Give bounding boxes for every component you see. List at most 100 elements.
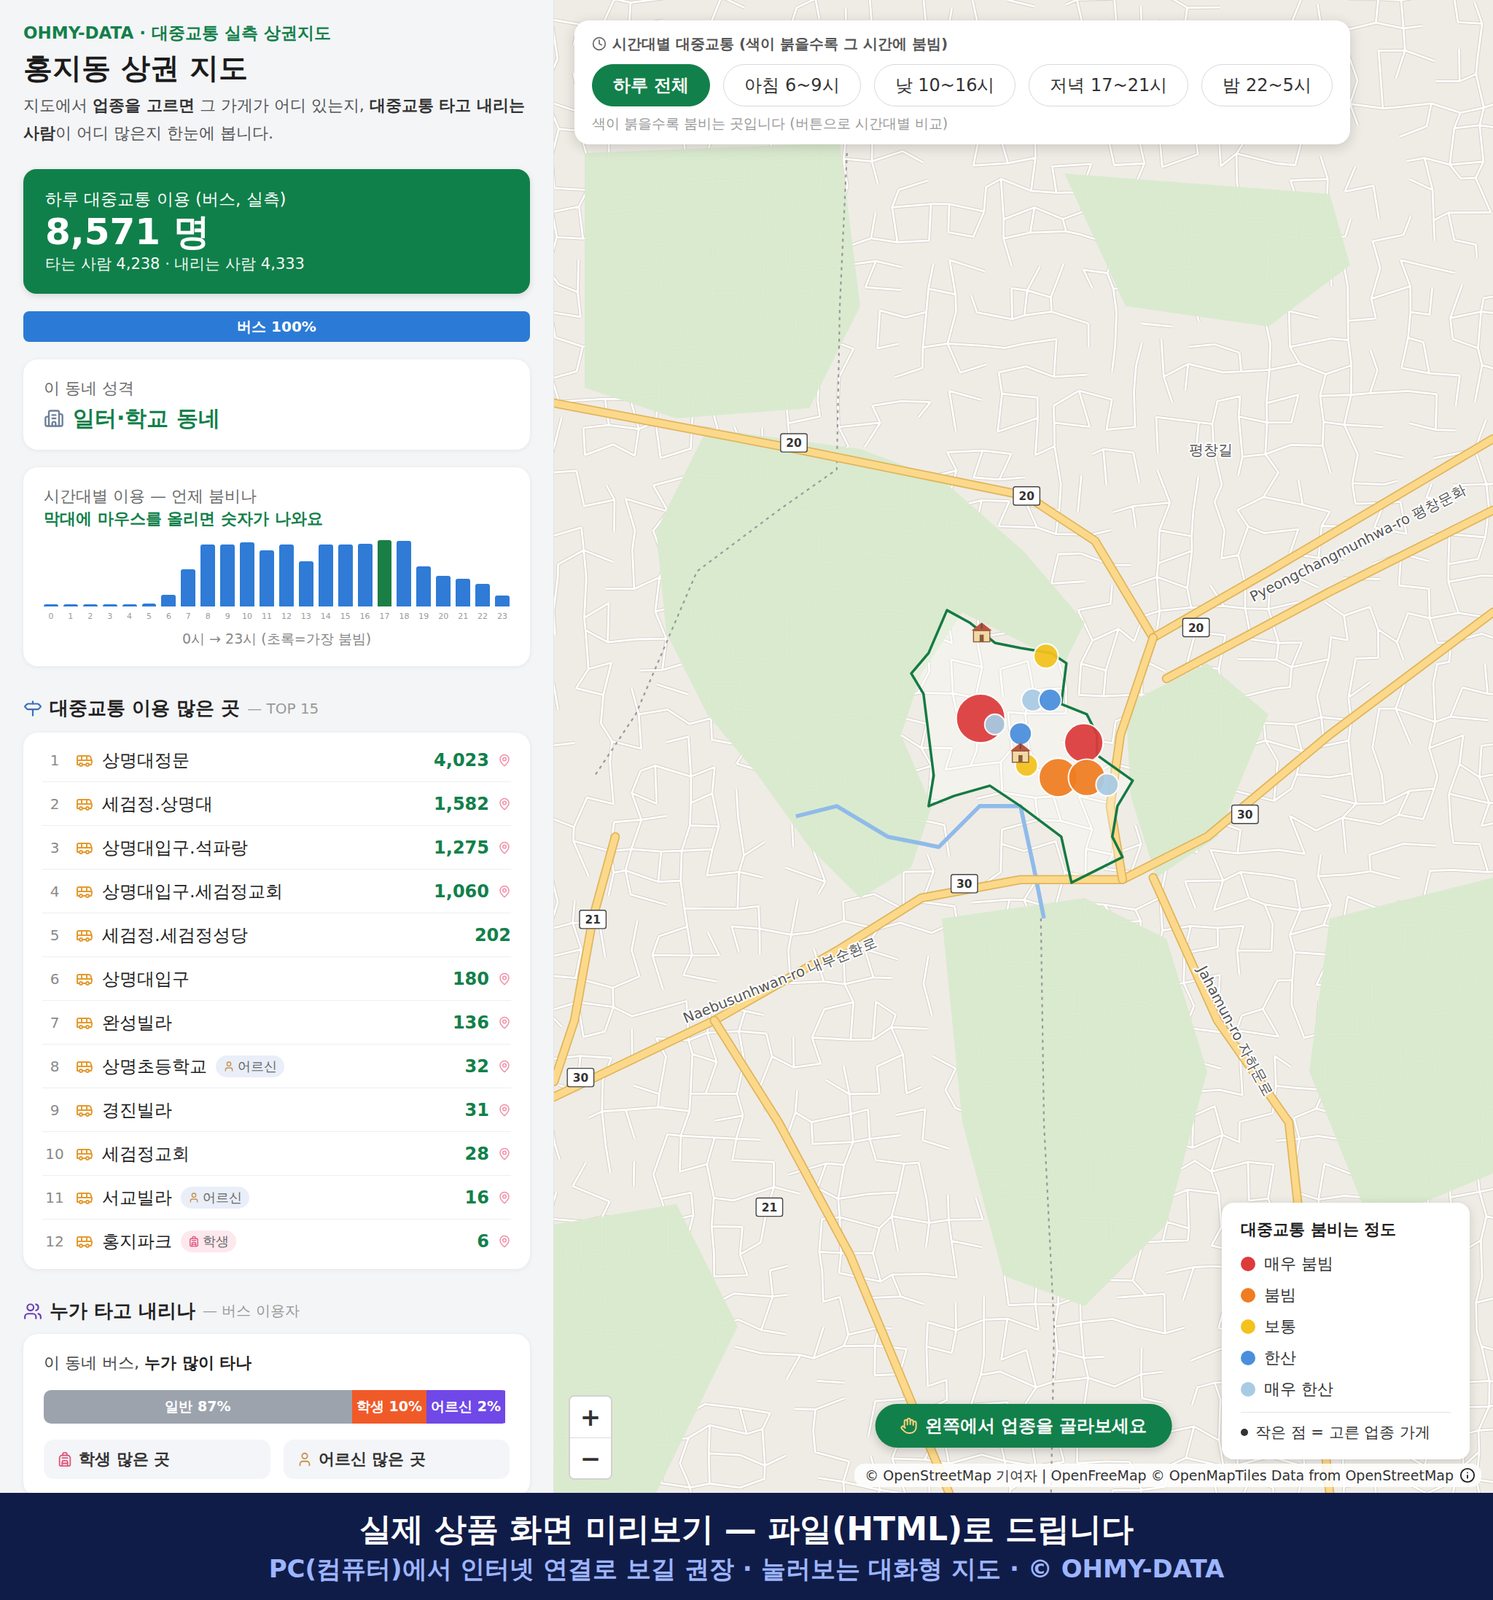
stop-count: 6 [476,1231,490,1252]
stop-row[interactable]: 1상명대정문4,023 [42,738,512,783]
hour-bar[interactable] [396,540,412,607]
hour-tick: 6 [161,610,176,623]
riders-card: 이 동네 버스, 누가 많이 타나일반 87%학생 10%어르신 2%학생 많은… [23,1334,530,1493]
stop-name: 세검정.세검정성당 [102,923,248,947]
hour-tick: 17 [377,610,393,623]
stop-row[interactable]: 7완성빌라136 [42,1000,512,1045]
hour-bar[interactable] [161,594,176,607]
stop-marker[interactable] [1008,722,1032,746]
hourly-bars [43,540,510,607]
stop-row[interactable]: 6상명대입구180 [42,957,512,1001]
info-icon[interactable] [1459,1467,1476,1484]
pin-icon[interactable] [497,841,512,855]
hour-bar[interactable] [102,604,118,607]
pin-icon[interactable] [497,1016,512,1030]
pin-icon[interactable] [497,1059,512,1074]
pin-icon[interactable] [497,1191,512,1205]
hour-tick: 23 [494,610,510,623]
hand-icon [900,1417,918,1435]
stop-row[interactable]: 2세검정.상명대1,582 [42,782,512,826]
rider-group-card[interactable]: 어르신 많은 곳 [283,1439,511,1480]
hour-bar[interactable] [142,603,157,607]
stop-row[interactable]: 10세검정교회28 [42,1132,512,1176]
hour-bar[interactable] [494,595,510,607]
hour-bar[interactable] [180,569,196,607]
hour-bar[interactable] [318,544,334,607]
stop-row[interactable]: 8상명초등학교어르신32 [42,1044,512,1089]
riders-segment[interactable]: 일반 87% [43,1390,353,1424]
mode-bar: 버스 100% [23,311,530,342]
stop-row[interactable]: 3상명대입구.석파랑1,275 [42,825,512,870]
hour-bar[interactable] [455,578,471,607]
pin-icon[interactable] [497,885,512,899]
hour-bar[interactable] [83,604,98,607]
stop-rank: 6 [42,970,68,988]
stop-name: 경진빌라 [102,1098,173,1122]
stop-row[interactable]: 9경진빌라31 [42,1088,512,1133]
time-filter-title: 시간대별 대중교통 (색이 붉을수록 그 시간에 붐빔) [591,33,1333,54]
riders-bar: 일반 87%학생 10%어르신 2% [43,1390,510,1424]
hour-bar[interactable] [377,540,393,607]
hour-bar[interactable] [416,566,431,607]
stop-marker[interactable] [1095,773,1119,797]
hour-bar[interactable] [239,542,255,607]
hour-bar[interactable] [220,544,235,607]
zoom-control: +− [568,1395,613,1480]
pin-icon[interactable] [497,797,512,811]
riders-segment[interactable]: 어르신 2% [426,1390,506,1424]
stop-row[interactable]: 11서교빌라어르신16 [42,1175,512,1220]
time-option-button[interactable]: 아침 6~9시 [723,64,861,107]
hour-bar[interactable] [338,544,353,607]
bus-stop-icon [23,699,43,719]
road-shield: 21 [579,910,606,929]
pin-icon[interactable] [497,753,512,767]
riders-segment[interactable]: 학생 10% [352,1390,427,1424]
description-segment: 이 어디 많은지 한눈에 봅니다. [55,123,274,143]
major-road [554,403,1154,638]
stop-marker[interactable] [1033,643,1059,669]
time-option-button[interactable]: 밤 22~5시 [1201,64,1333,107]
hour-bar[interactable] [475,583,490,607]
stop-row[interactable]: 4상명대입구.세검정교회1,060 [42,869,512,914]
time-option-button[interactable]: 낮 10~16시 [874,64,1017,107]
hour-tick: 4 [122,610,138,623]
pin-icon[interactable] [497,1103,512,1117]
rider-group-card[interactable]: 학생 많은 곳 [43,1439,271,1480]
stop-rank: 5 [42,926,68,945]
legend: 대중교통 붐비는 정도매우 붐빔붐빔보통한산매우 한산작은 점 = 고른 업종 … [1221,1202,1470,1460]
hour-bar[interactable] [298,561,314,607]
summary-label: 하루 대중교통 이용 (버스, 실측) [45,188,509,211]
pin-icon[interactable] [497,1234,512,1249]
stop-rank: 4 [42,882,68,901]
stop-marker[interactable] [984,714,1006,735]
time-filter-hint: 색이 붉을수록 붐비는 곳입니다 (버튼으로 시간대별 비교) [591,113,1333,133]
zoom-in-button[interactable]: + [570,1396,611,1438]
hour-bar[interactable] [43,604,59,607]
hour-bar[interactable] [279,544,294,607]
backpack-icon [56,1451,73,1468]
hour-bar[interactable] [435,575,451,607]
stop-marker[interactable] [1038,688,1062,712]
zoom-out-button[interactable]: − [570,1437,611,1479]
hour-bar[interactable] [122,604,138,607]
preview-banner: 실제 상품 화면 미리보기 — 파일(HTML)로 드립니다PC(컴퓨터)에서 … [0,1493,1493,1600]
map[interactable]: Pyeongchangmunhwa-ro 평창문화Naebusunhwan-ro… [554,0,1493,1493]
pin-icon[interactable] [497,972,512,986]
stop-name: 완성빌라 [102,1011,173,1035]
street-network [554,0,1493,1493]
stop-marker[interactable] [1064,723,1103,763]
time-option-button[interactable]: 하루 전체 [591,64,711,107]
hour-bar[interactable] [259,550,275,607]
stop-row[interactable]: 5세검정.세검정성당202 [42,913,512,958]
hour-bar[interactable] [200,544,216,607]
stop-count: 180 [452,968,490,990]
hour-bar[interactable] [63,604,79,607]
school-icon [1010,742,1031,763]
bus-icon [75,882,94,901]
category-prompt[interactable]: 왼쪽에서 업종을 골라보세요 [875,1404,1173,1448]
hour-bar[interactable] [357,543,373,607]
time-option-button[interactable]: 저녁 17~21시 [1028,64,1189,107]
pin-icon[interactable] [497,1147,512,1161]
stop-marker[interactable] [956,694,1006,743]
stop-row[interactable]: 12홍지파크학생6 [42,1219,512,1264]
